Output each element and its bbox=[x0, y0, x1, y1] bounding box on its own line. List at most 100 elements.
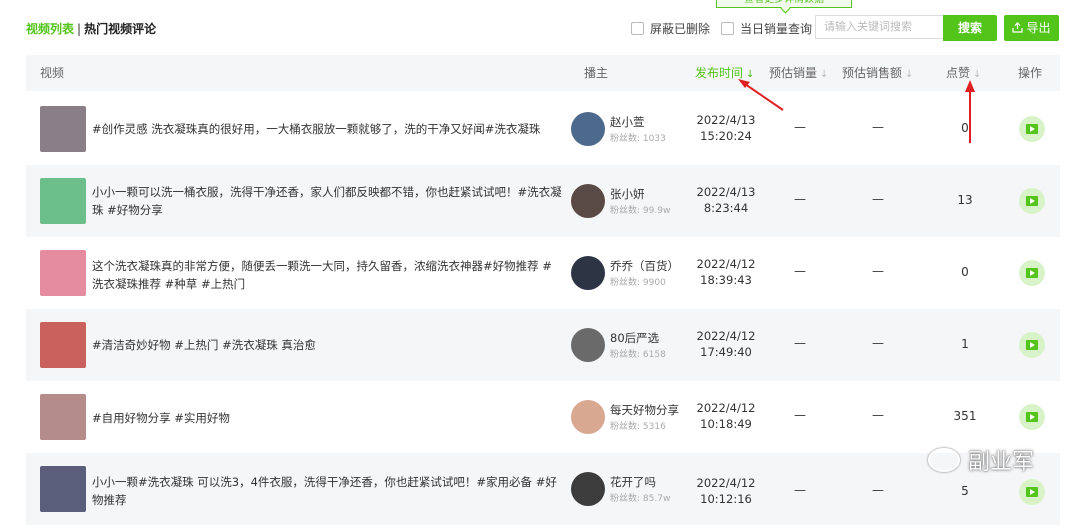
play-video-icon[interactable] bbox=[1019, 479, 1045, 505]
est-revenue: — bbox=[872, 264, 884, 278]
play-video-icon[interactable] bbox=[1019, 260, 1045, 286]
video-thumbnail[interactable] bbox=[40, 106, 86, 152]
host-fans: 粉丝数: 1033 bbox=[610, 131, 666, 144]
video-title[interactable]: 这个洗衣凝珠真的非常方便，随便丢一颗洗一大同，持久留香，浓缩洗衣神器#好物推荐 … bbox=[92, 257, 562, 293]
video-thumbnail[interactable] bbox=[40, 466, 86, 512]
est-sales: — bbox=[794, 120, 806, 134]
day-sales-checkbox[interactable]: 当日销量查询 bbox=[721, 20, 812, 37]
fans-label: 粉丝数: bbox=[610, 494, 641, 504]
fans-label: 粉丝数: bbox=[610, 134, 641, 144]
video-title[interactable]: #创作灵感 洗衣凝珠真的很好用，一大桶衣服放一颗就够了，洗的干净又好闻#洗衣凝珠 bbox=[92, 120, 562, 138]
column-likes[interactable]: 点赞 ↓ bbox=[946, 55, 981, 93]
play-video-icon[interactable] bbox=[1019, 188, 1045, 214]
tab-bar: 视频列表 | 热门视频评论 bbox=[26, 20, 156, 37]
fans-count: 5316 bbox=[642, 422, 666, 432]
publish-clock: 10:18:49 bbox=[700, 417, 752, 431]
checkbox-box[interactable] bbox=[721, 22, 734, 35]
publish-time: 2022/4/12 10:12:16 bbox=[692, 475, 760, 507]
likes-count: 0 bbox=[961, 265, 969, 279]
publish-date: 2022/4/12 bbox=[696, 401, 756, 415]
column-publish-time[interactable]: 发布时间 ↓ bbox=[695, 55, 754, 93]
est-sales: — bbox=[794, 264, 806, 278]
fans-label: 粉丝数: bbox=[610, 206, 641, 216]
avatar[interactable] bbox=[571, 328, 605, 362]
table-row[interactable]: 小小一颗#洗衣凝珠 可以洗3，4件衣服，洗得干净还香，你也赶紧试试吧！#家用必备… bbox=[26, 453, 1060, 525]
host-name[interactable]: 每天好物分享 bbox=[610, 402, 679, 418]
column-video: 视频 bbox=[40, 66, 65, 80]
host-name[interactable]: 乔乔（百货） bbox=[610, 258, 679, 274]
table-row[interactable]: 这个洗衣凝珠真的非常方便，随便丢一颗洗一大同，持久留香，浓缩洗衣神器#好物推荐 … bbox=[26, 237, 1060, 309]
host-name[interactable]: 花开了吗 bbox=[610, 474, 656, 490]
est-revenue: — bbox=[872, 336, 884, 350]
sort-arrow-icon[interactable]: ↓ bbox=[746, 69, 754, 80]
est-revenue: — bbox=[872, 192, 884, 206]
likes-count: 0 bbox=[961, 121, 969, 135]
play-video-icon[interactable] bbox=[1019, 116, 1045, 142]
publish-time: 2022/4/13 15:20:24 bbox=[692, 112, 760, 144]
video-thumbnail[interactable] bbox=[40, 322, 86, 368]
host-fans: 粉丝数: 99.9w bbox=[610, 203, 670, 216]
host-name[interactable]: 赵小萱 bbox=[610, 114, 645, 130]
avatar[interactable] bbox=[571, 400, 605, 434]
table-header: 视频 播主 发布时间 ↓ 预估销量 ↓ 预估销售额 ↓ 点赞 ↓ 操作 bbox=[26, 55, 1060, 91]
host-name[interactable]: 张小妍 bbox=[610, 186, 645, 202]
publish-date: 2022/4/12 bbox=[696, 329, 756, 343]
publish-time: 2022/4/12 17:49:40 bbox=[692, 328, 760, 360]
publish-date: 2022/4/13 bbox=[696, 113, 756, 127]
sort-arrow-icon[interactable]: ↓ bbox=[973, 69, 981, 80]
table-row[interactable]: #清洁奇妙好物 #上热门 #洗衣凝珠 真治愈 80后严选 粉丝数: 6158 2… bbox=[26, 309, 1060, 381]
watermark: 副业军 bbox=[928, 444, 1034, 476]
export-button[interactable]: 导出 bbox=[1004, 15, 1059, 41]
column-host: 播主 bbox=[584, 66, 609, 80]
avatar[interactable] bbox=[571, 472, 605, 506]
video-title[interactable]: 小小一颗#洗衣凝珠 可以洗3，4件衣服，洗得干净还香，你也赶紧试试吧！#家用必备… bbox=[92, 473, 562, 509]
fans-count: 1033 bbox=[642, 134, 666, 144]
publish-time: 2022/4/12 18:39:43 bbox=[692, 256, 760, 288]
est-sales: — bbox=[794, 192, 806, 206]
video-title[interactable]: #自用好物分享 #实用好物 bbox=[92, 409, 562, 427]
tab-hot-comments[interactable]: 热门视频评论 bbox=[84, 22, 156, 36]
video-title[interactable]: 小小一颗可以洗一桶衣服，洗得干净还香，家人们都反映都不错，你也赶紧试试吧！#洗衣… bbox=[92, 183, 562, 219]
sort-arrow-icon[interactable]: ↓ bbox=[820, 69, 828, 80]
search-input[interactable]: 请输入关键词搜索 bbox=[815, 15, 943, 39]
upload-icon bbox=[1012, 22, 1024, 33]
est-revenue: — bbox=[872, 408, 884, 422]
column-action: 操作 bbox=[1018, 66, 1043, 80]
likes-count: 13 bbox=[957, 193, 973, 207]
column-est-sales-label: 预估销量 bbox=[769, 66, 818, 80]
table-row[interactable]: #自用好物分享 #实用好物 每天好物分享 粉丝数: 5316 2022/4/12… bbox=[26, 381, 1060, 453]
toolbar: 视频列表|热门视频评论 查看更多详情数据 屏蔽已删除 当日销量查询 请输入关键词… bbox=[0, 0, 1080, 50]
play-video-icon[interactable] bbox=[1019, 332, 1045, 358]
fans-label: 粉丝数: bbox=[610, 350, 641, 360]
host-fans: 粉丝数: 9900 bbox=[610, 275, 666, 288]
play-video-icon[interactable] bbox=[1019, 404, 1045, 430]
publish-time: 2022/4/13 8:23:44 bbox=[692, 184, 760, 216]
publish-time: 2022/4/12 10:18:49 bbox=[692, 400, 760, 432]
video-thumbnail[interactable] bbox=[40, 250, 86, 296]
est-sales: — bbox=[794, 483, 806, 497]
publish-date: 2022/4/13 bbox=[696, 185, 756, 199]
avatar[interactable] bbox=[571, 256, 605, 290]
column-likes-label: 点赞 bbox=[946, 66, 971, 80]
host-name[interactable]: 80后严选 bbox=[610, 330, 659, 346]
checkbox-box[interactable] bbox=[631, 22, 644, 35]
column-est-sales[interactable]: 预估销量 ↓ bbox=[769, 55, 828, 93]
video-thumbnail[interactable] bbox=[40, 178, 86, 224]
tab-video-list[interactable]: 视频列表 bbox=[26, 22, 74, 36]
video-title[interactable]: #清洁奇妙好物 #上热门 #洗衣凝珠 真治愈 bbox=[92, 336, 562, 354]
video-thumbnail[interactable] bbox=[40, 394, 86, 440]
est-sales: — bbox=[794, 408, 806, 422]
column-est-revenue[interactable]: 预估销售额 ↓ bbox=[842, 55, 913, 93]
day-sales-label: 当日销量查询 bbox=[740, 22, 813, 36]
table-row[interactable]: 小小一颗可以洗一桶衣服，洗得干净还香，家人们都反映都不错，你也赶紧试试吧！#洗衣… bbox=[26, 165, 1060, 237]
search-button[interactable]: 搜索 bbox=[943, 15, 997, 41]
publish-date: 2022/4/12 bbox=[696, 476, 756, 490]
hide-deleted-checkbox[interactable]: 屏蔽已删除 bbox=[631, 20, 710, 37]
publish-clock: 17:49:40 bbox=[700, 345, 752, 359]
est-sales: — bbox=[794, 336, 806, 350]
sort-arrow-icon[interactable]: ↓ bbox=[905, 69, 913, 80]
avatar[interactable] bbox=[571, 184, 605, 218]
wechat-icon bbox=[928, 448, 960, 472]
table-row[interactable]: #创作灵感 洗衣凝珠真的很好用，一大桶衣服放一颗就够了，洗的干净又好闻#洗衣凝珠… bbox=[26, 93, 1060, 165]
avatar[interactable] bbox=[571, 112, 605, 146]
